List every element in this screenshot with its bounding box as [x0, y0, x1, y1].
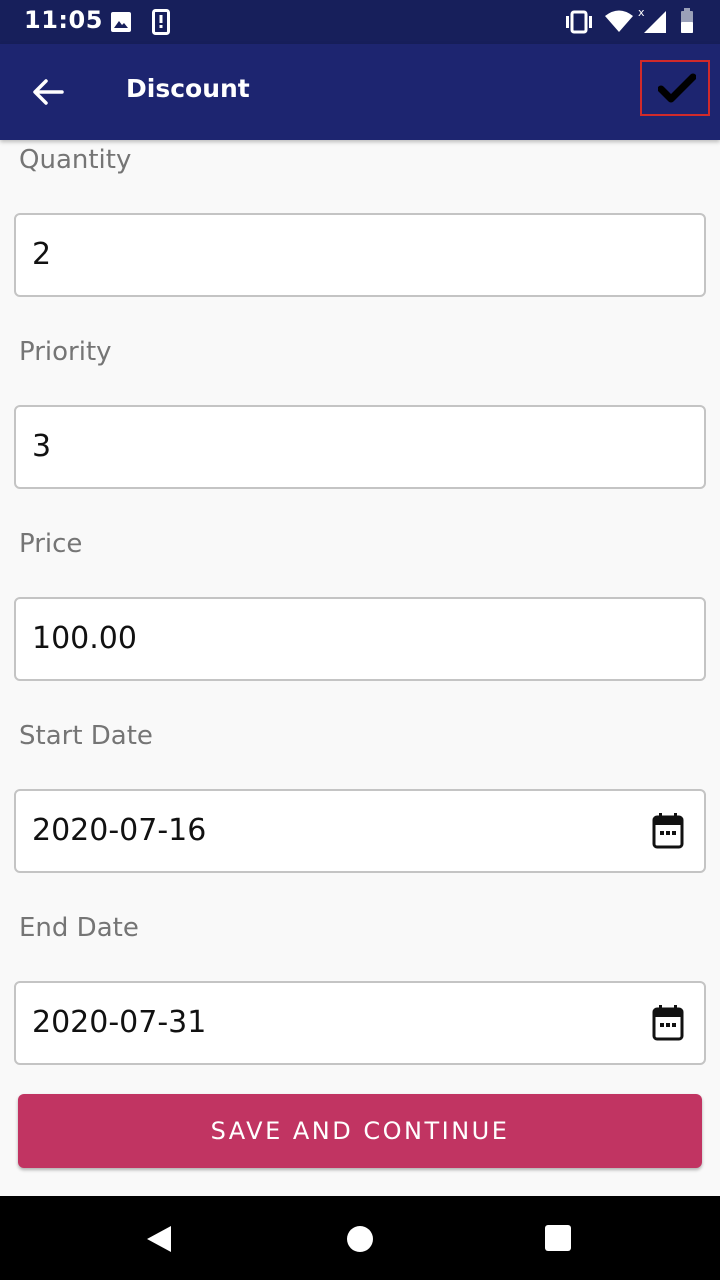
app-bar: Discount: [0, 44, 720, 140]
quantity-label: Quantity: [19, 145, 132, 175]
vibrate-icon: [563, 10, 595, 38]
signal-icon: x: [636, 5, 668, 39]
price-label: Price: [19, 529, 83, 559]
nav-home-icon[interactable]: [346, 1225, 374, 1257]
navigation-bar: [0, 1196, 720, 1280]
svg-text:x: x: [638, 6, 645, 19]
back-arrow-icon: [28, 79, 68, 116]
start-date-value: 2020-07-16: [32, 813, 207, 848]
priority-field[interactable]: 3: [14, 405, 706, 489]
nav-back-icon[interactable]: [145, 1224, 173, 1258]
image-icon: [110, 11, 132, 37]
end-date-field[interactable]: 2020-07-31: [14, 981, 706, 1065]
end-date-label: End Date: [19, 913, 139, 943]
page-title: Discount: [126, 74, 250, 103]
battery-icon: [680, 8, 694, 38]
save-and-continue-label: SAVE AND CONTINUE: [210, 1117, 510, 1145]
nav-recents-icon[interactable]: [545, 1225, 571, 1255]
start-date-field[interactable]: 2020-07-16: [14, 789, 706, 873]
status-time: 11:05: [24, 6, 103, 34]
calendar-icon[interactable]: [652, 1005, 684, 1045]
quantity-field[interactable]: 2: [14, 213, 706, 297]
end-date-value: 2020-07-31: [32, 1005, 207, 1040]
price-value: 100.00: [32, 621, 137, 656]
priority-value: 3: [32, 429, 52, 464]
save-and-continue-button[interactable]: SAVE AND CONTINUE: [18, 1094, 702, 1168]
priority-label: Priority: [19, 337, 112, 367]
quantity-value: 2: [32, 237, 52, 272]
phone-alert-icon: [152, 9, 170, 39]
wifi-icon: [604, 9, 634, 37]
back-button[interactable]: [28, 72, 68, 112]
status-bar: 11:05 x: [0, 0, 720, 44]
start-date-label: Start Date: [19, 721, 153, 751]
price-field[interactable]: 100.00: [14, 597, 706, 681]
confirm-button[interactable]: [640, 60, 710, 116]
calendar-icon[interactable]: [652, 813, 684, 853]
